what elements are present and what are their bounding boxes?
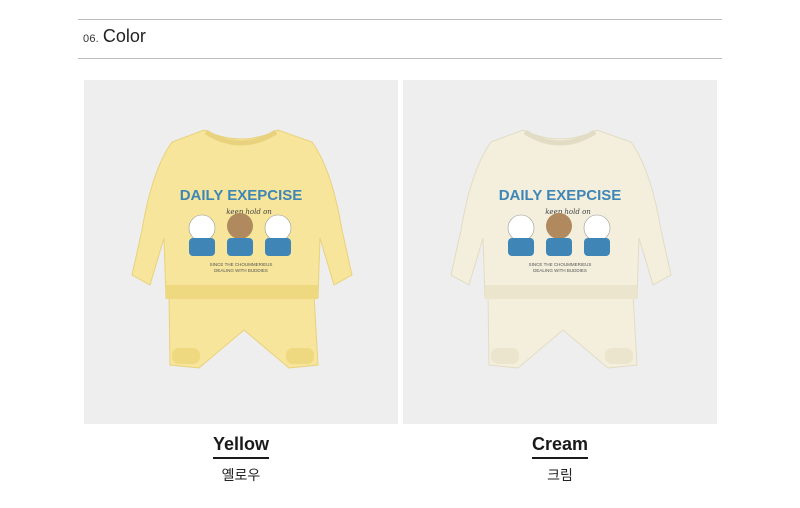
caption-yellow: Yellow 옐로우 [84, 434, 398, 485]
hem-rib [485, 285, 637, 299]
bear-right [264, 214, 292, 256]
product-photo-cream: DAILY EXEPCISE keep hold on SINCE THE CH… [403, 80, 717, 424]
pants-cuff-right [286, 348, 314, 364]
top-divider [78, 19, 722, 20]
color-name-en: Cream [531, 434, 589, 459]
graphic-subtitle: keep hold on [226, 208, 272, 216]
section-number: 06. [83, 33, 99, 45]
garment-illustration-yellow: DAILY EXEPCISE keep hold on SINCE THE CH… [131, 129, 353, 369]
graphic-subtitle: keep hold on [545, 208, 591, 216]
pants-cuff-right [605, 348, 633, 364]
garment-illustration-cream: DAILY EXEPCISE keep hold on SINCE THE CH… [450, 129, 672, 369]
pants-cuff-left [172, 348, 200, 364]
section-title: Color [102, 26, 146, 46]
graphic-small-text-2: DEALING WITH BUDDIES [533, 268, 587, 273]
graphic-title: DAILY EXEPCISE [180, 187, 303, 204]
graphic-title: DAILY EXEPCISE [499, 187, 622, 204]
color-name-en: Yellow [212, 434, 270, 459]
color-name-ko: 옐로우 [221, 468, 261, 484]
color-name-ko: 크림 [547, 468, 573, 484]
bear-right [583, 214, 611, 256]
bear-left [188, 214, 216, 256]
graphic-small-text-2: DEALING WITH BUDDIES [214, 268, 268, 273]
graphic-small-text-1: SINCE THE CHOUMMERIEUS [529, 262, 592, 267]
caption-cream: Cream 크림 [403, 434, 717, 485]
bear-left [507, 214, 535, 256]
graphic-small-text-1: SINCE THE CHOUMMERIEUS [210, 262, 273, 267]
bottom-divider [78, 58, 722, 59]
bear-center [227, 213, 253, 256]
bear-center [546, 213, 572, 256]
hem-rib [166, 285, 318, 299]
pants-cuff-left [491, 348, 519, 364]
section-header: 06. Color [83, 26, 146, 52]
product-photo-yellow: DAILY EXEPCISE keep hold on SINCE THE CH… [84, 80, 398, 424]
